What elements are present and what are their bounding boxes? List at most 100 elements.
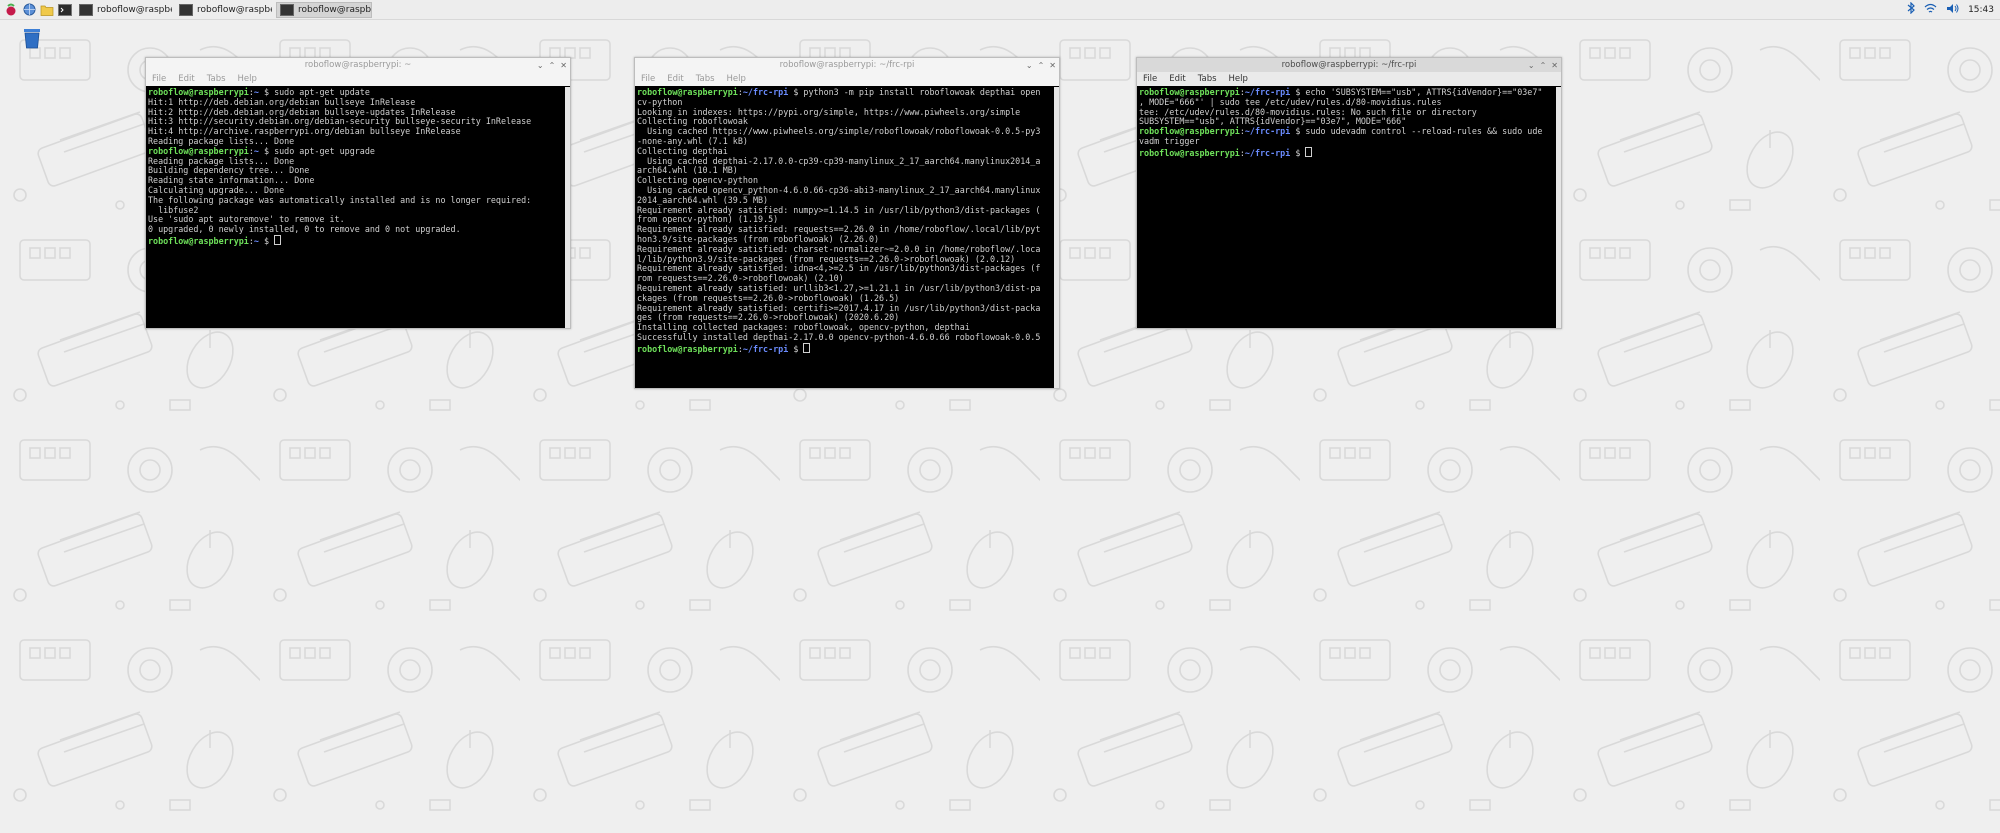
terminal-line: roboflow@raspberrypi:~/frc-rpi $	[1139, 146, 1554, 159]
terminal-window-home[interactable]: roboflow@raspberrypi: ~ ⌄ ⌃ ✕ File Edit …	[145, 57, 571, 329]
terminal-line: Successfully installed depthai-2.17.0.0 …	[637, 331, 1052, 343]
wifi-icon[interactable]	[1924, 3, 1937, 17]
minimize-icon[interactable]: ⌄	[537, 61, 544, 70]
window-titlebar[interactable]: roboflow@raspberrypi: ~/frc-rpi ⌄ ⌃ ✕	[1137, 58, 1561, 72]
output-text: Reading package lists... Done	[148, 155, 295, 166]
system-tray: 15:43	[1907, 0, 1994, 19]
maximize-icon[interactable]: ⌃	[1038, 61, 1045, 70]
taskbar-task-2[interactable]: roboflow@raspberry...	[176, 2, 272, 18]
output-text: libfuse2	[148, 204, 199, 215]
output-text: Hit:3 http://security.debian.org/debian-…	[148, 116, 532, 127]
prompt-path: ~	[253, 145, 259, 156]
maximize-icon[interactable]: ⌃	[549, 61, 556, 70]
trash-icon[interactable]	[22, 27, 42, 49]
menu-help[interactable]: Help	[1229, 74, 1248, 84]
output-text: 0 upgraded, 0 newly installed, 0 to remo…	[148, 224, 461, 235]
prompt-user: roboflow@raspberrypi	[148, 145, 249, 156]
terminal-output[interactable]: roboflow@raspberrypi:~/frc-rpi $ python3…	[635, 87, 1054, 388]
scrollbar[interactable]	[1556, 87, 1561, 328]
volume-icon[interactable]	[1946, 3, 1959, 17]
taskbar-task-1[interactable]: roboflow@raspberry...	[76, 2, 172, 18]
maximize-icon[interactable]: ⌃	[1540, 61, 1547, 70]
command-text: sudo apt-get update	[274, 87, 370, 97]
output-text: 2014_aarch64.whl (39.5 MB)	[637, 194, 769, 205]
prompt-path: ~/frc-rpi	[1244, 126, 1291, 137]
terminal-output[interactable]: roboflow@raspberrypi:~ $ sudo apt-get up…	[146, 87, 565, 328]
command-text: sudo apt-get upgrade	[274, 145, 375, 156]
close-icon[interactable]: ✕	[1551, 61, 1558, 70]
close-icon[interactable]: ✕	[1049, 61, 1056, 70]
window-titlebar[interactable]: roboflow@raspberrypi: ~ ⌄ ⌃ ✕	[146, 58, 570, 72]
output-text: Hit:2 http://deb.debian.org/debian bulls…	[148, 106, 456, 117]
prompt-path: ~/frc-rpi	[742, 343, 789, 354]
menu-tabs[interactable]: Tabs	[1198, 74, 1217, 84]
output-text: Successfully installed depthai-2.17.0.0 …	[637, 331, 1041, 342]
web-browser-icon[interactable]	[22, 3, 36, 17]
prompt-user: roboflow@raspberrypi	[148, 235, 249, 246]
window-title: roboflow@raspberrypi: ~/frc-rpi	[1281, 60, 1417, 70]
output-text: cv-python	[637, 96, 683, 107]
menu-help[interactable]: Help	[727, 74, 746, 84]
menu-tabs[interactable]: Tabs	[207, 74, 226, 84]
terminal-line: vadm trigger	[1139, 135, 1554, 147]
terminal-output[interactable]: roboflow@raspberrypi:~/frc-rpi $ echo 'S…	[1137, 87, 1556, 328]
output-text: from opencv-python) (1.19.5)	[637, 214, 779, 225]
prompt-user: roboflow@raspberrypi	[148, 87, 249, 97]
window-title: roboflow@raspberrypi: ~/frc-rpi	[779, 60, 915, 70]
taskbar-task-3[interactable]: roboflow@raspberry...	[276, 1, 372, 18]
menu-bar: File Edit Tabs Help	[146, 72, 570, 86]
text-cursor	[274, 234, 282, 245]
prompt-user: roboflow@raspberrypi	[1139, 147, 1240, 158]
prompt-path: ~/frc-rpi	[742, 87, 789, 97]
output-text: Requirement already satisfied: numpy>=1.…	[637, 204, 1041, 215]
output-text: Collecting depthai	[637, 145, 728, 156]
window-titlebar[interactable]: roboflow@raspberrypi: ~/frc-rpi ⌄ ⌃ ✕	[635, 58, 1059, 72]
output-text: Requirement already satisfied: certifi>=…	[637, 302, 1041, 313]
menu-edit[interactable]: Edit	[1169, 74, 1185, 84]
bluetooth-icon[interactable]	[1907, 1, 1915, 17]
close-icon[interactable]: ✕	[560, 61, 567, 70]
prompt-path: ~	[253, 235, 259, 246]
output-text: ges (from requests==2.26.0->roboflowoak)…	[637, 312, 900, 323]
menu-help[interactable]: Help	[238, 74, 257, 84]
text-cursor	[1305, 146, 1313, 157]
scrollbar[interactable]	[1054, 87, 1059, 388]
output-text: vadm trigger	[1139, 135, 1200, 146]
clock[interactable]: 15:43	[1968, 5, 1994, 15]
output-text: Using cached opencv_python-4.6.0.66-cp36…	[637, 184, 1041, 195]
menu-file[interactable]: File	[1143, 74, 1157, 84]
output-text: Hit:4 http://archive.raspberrypi.org/deb…	[148, 126, 461, 137]
prompt-path: ~/frc-rpi	[1244, 147, 1291, 158]
terminal-window-pip-install[interactable]: roboflow@raspberrypi: ~/frc-rpi ⌄ ⌃ ✕ Fi…	[634, 57, 1060, 389]
output-text: , MODE="666"' | sudo tee /etc/udev/rules…	[1139, 96, 1442, 107]
terminal-launcher-icon[interactable]	[58, 3, 72, 17]
taskbar-task-label: roboflow@raspberry...	[197, 4, 272, 15]
minimize-icon[interactable]: ⌄	[1026, 61, 1033, 70]
output-text: The following package was automatically …	[148, 194, 532, 205]
output-text: Looking in indexes: https://pypi.org/sim…	[637, 106, 1021, 117]
prompt-user: roboflow@raspberrypi	[1139, 126, 1240, 137]
prompt-path: ~/frc-rpi	[1244, 87, 1291, 97]
output-text: Requirement already satisfied: idna<4,>=…	[637, 263, 1041, 274]
menu-edit[interactable]: Edit	[178, 74, 194, 84]
output-text: ckages (from requests==2.26.0->roboflowo…	[637, 292, 900, 303]
menu-file[interactable]: File	[152, 74, 166, 84]
prompt-user: roboflow@raspberrypi	[637, 87, 738, 97]
output-text: Collecting opencv-python	[637, 175, 759, 186]
output-text: Building dependency tree... Done	[148, 165, 310, 176]
raspberry-menu-icon[interactable]	[4, 3, 18, 17]
terminal-window-udev[interactable]: roboflow@raspberrypi: ~/frc-rpi ⌄ ⌃ ✕ Fi…	[1136, 57, 1562, 329]
scrollbar[interactable]	[565, 87, 570, 328]
output-text: Use 'sudo apt autoremove' to remove it.	[148, 214, 345, 225]
minimize-icon[interactable]: ⌄	[1528, 61, 1535, 70]
file-manager-icon[interactable]	[40, 3, 54, 17]
menu-edit[interactable]: Edit	[667, 74, 683, 84]
terminal-line: roboflow@raspberrypi:~ $	[148, 234, 563, 247]
taskbar-task-label: roboflow@raspberry...	[298, 4, 372, 15]
output-text: Calculating upgrade... Done	[148, 184, 285, 195]
output-text: -none-any.whl (7.1 kB)	[637, 135, 748, 146]
terminal-line: 0 upgraded, 0 newly installed, 0 to remo…	[148, 224, 563, 235]
menu-tabs[interactable]: Tabs	[696, 74, 715, 84]
menu-file[interactable]: File	[641, 74, 655, 84]
output-text: Requirement already satisfied: requests=…	[637, 224, 1041, 235]
